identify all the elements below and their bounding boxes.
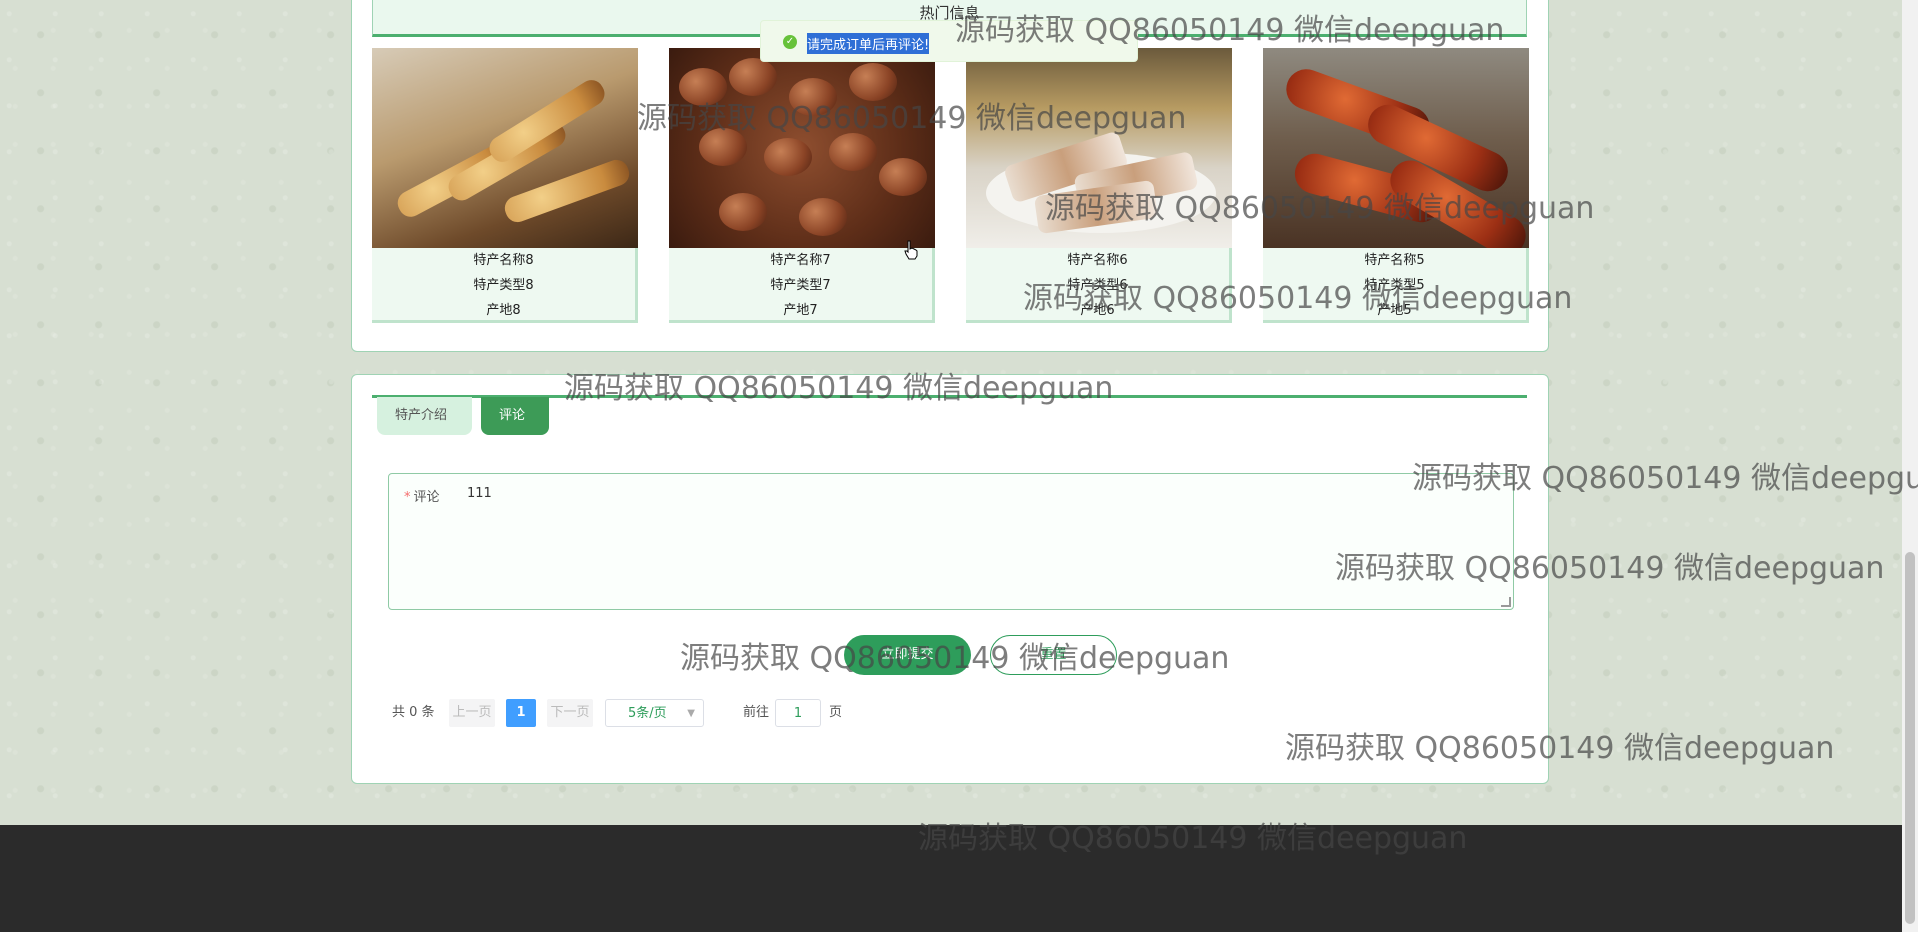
success-toast: ✓ 请完成订单后再评论! bbox=[760, 20, 1138, 62]
product-card[interactable]: 特产名称8 特产类型8 产地8 bbox=[372, 48, 638, 323]
product-type: 特产类型5 bbox=[1364, 278, 1425, 293]
comment-label: * 评论 bbox=[404, 486, 440, 505]
detail-card: 特产介绍 评论 * 评论 111 立即提交 重置 共 0 条 上一页 1 下一页 … bbox=[351, 374, 1549, 784]
product-card[interactable]: 特产名称5 特产类型5 产地5 bbox=[1263, 48, 1529, 323]
product-name: 特产名称8 bbox=[473, 253, 534, 268]
product-card[interactable]: 特产名称6 特产类型6 产地6 bbox=[966, 48, 1232, 323]
chevron-down-icon: ▼ bbox=[687, 708, 695, 719]
page-number-button[interactable]: 1 bbox=[506, 699, 536, 727]
toast-message: 请完成订单后再评论! bbox=[807, 33, 930, 54]
product-type: 特产类型8 bbox=[473, 278, 534, 293]
product-type: 特产类型6 bbox=[1067, 278, 1128, 293]
submit-button[interactable]: 立即提交 bbox=[844, 635, 971, 675]
goto-suffix: 页 bbox=[829, 705, 843, 720]
product-name: 特产名称6 bbox=[1067, 253, 1128, 268]
scrollbar-thumb[interactable] bbox=[1905, 552, 1915, 924]
reset-button[interactable]: 重置 bbox=[990, 635, 1117, 675]
page-size-select[interactable]: 5条/页 ▼ bbox=[605, 699, 704, 727]
prev-page-button[interactable]: 上一页 bbox=[449, 699, 495, 727]
goto-page-input[interactable]: 1 bbox=[775, 699, 821, 727]
footer bbox=[0, 825, 1902, 932]
page-size-value: 5条/页 bbox=[628, 706, 667, 721]
product-origin: 产地7 bbox=[783, 303, 818, 318]
comment-textarea[interactable]: * 评论 111 bbox=[388, 473, 1514, 610]
goto-label: 前往 bbox=[743, 705, 770, 720]
product-image[interactable] bbox=[669, 48, 935, 248]
product-origin: 产地6 bbox=[1080, 303, 1115, 318]
product-type: 特产类型7 bbox=[770, 278, 831, 293]
product-image[interactable] bbox=[1263, 48, 1529, 248]
product-name: 特产名称5 bbox=[1364, 253, 1425, 268]
hand-cursor-icon bbox=[904, 240, 918, 260]
product-origin: 产地8 bbox=[486, 303, 521, 318]
product-image[interactable] bbox=[966, 48, 1232, 248]
comment-label-text: 评论 bbox=[413, 490, 440, 505]
product-card[interactable]: 特产名称7 特产类型7 产地7 bbox=[669, 48, 935, 323]
tab-intro[interactable]: 特产介绍 bbox=[377, 397, 472, 435]
next-page-button[interactable]: 下一页 bbox=[547, 699, 593, 727]
required-mark: * bbox=[404, 490, 411, 505]
product-image[interactable] bbox=[372, 48, 638, 248]
comment-value[interactable]: 111 bbox=[467, 486, 492, 501]
check-circle-icon: ✓ bbox=[783, 35, 797, 49]
pagination-total: 共 0 条 bbox=[392, 705, 435, 720]
resize-handle-icon[interactable] bbox=[1501, 597, 1511, 607]
product-name: 特产名称7 bbox=[770, 253, 831, 268]
tab-comment[interactable]: 评论 bbox=[481, 397, 549, 435]
product-origin: 产地5 bbox=[1377, 303, 1412, 318]
